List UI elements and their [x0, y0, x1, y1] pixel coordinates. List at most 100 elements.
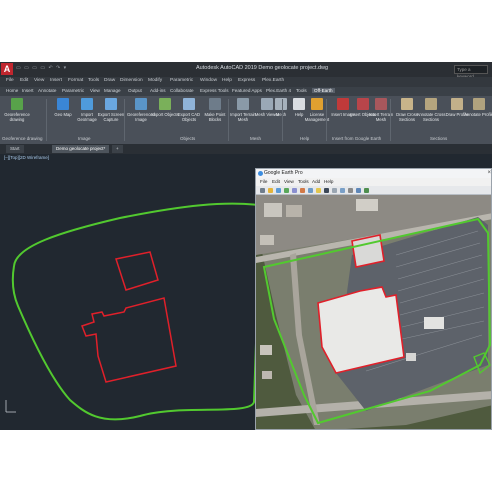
overlay-icon[interactable]: [292, 188, 297, 193]
georef-image-icon: [135, 98, 147, 110]
ge-menu-help[interactable]: Help: [324, 179, 333, 184]
ribbon-panel: Georeference drawing Geo Map Import GeoIm…: [0, 96, 492, 144]
house-roof: [286, 205, 302, 217]
google-earth-title-text: Google Earth Pro: [264, 170, 303, 176]
email-icon[interactable]: [340, 188, 345, 193]
quick-access-toolbar[interactable]: ▭ ▭ ▭ ▭ ↶ ↷ ▾: [16, 65, 67, 71]
ge-menu-add[interactable]: Add: [312, 179, 320, 184]
polygon-icon[interactable]: [276, 188, 281, 193]
menu-view[interactable]: View: [34, 78, 44, 83]
google-earth-menu: File Edit View Tools Add Help: [256, 178, 491, 186]
annotate-profile-icon: [473, 98, 485, 110]
insert-image-icon: [337, 98, 349, 110]
building-outline: [115, 251, 159, 291]
annotate-profile-button[interactable]: Annotate Profile: [464, 98, 492, 134]
tab-collaborate[interactable]: Collaborate: [170, 88, 194, 93]
menu-window[interactable]: Window: [200, 78, 217, 83]
tab-parametric[interactable]: Parametric: [62, 88, 84, 93]
insert-terrain-icon: [375, 98, 387, 110]
google-earth-window[interactable]: Google Earth Pro × File Edit View Tools …: [255, 168, 492, 430]
ge-menu-view[interactable]: View: [284, 179, 294, 184]
panel-label-help: Help: [300, 136, 310, 141]
ge-menu-edit[interactable]: Edit: [272, 179, 280, 184]
sidebar-toggle-icon[interactable]: [260, 188, 265, 193]
tab-tools[interactable]: Tools: [296, 88, 307, 93]
tab-off-earth[interactable]: Off-Earth: [312, 88, 335, 93]
menu-tools[interactable]: Tools: [88, 78, 99, 83]
placemark-icon[interactable]: [268, 188, 273, 193]
title-bar: A ▭ ▭ ▭ ▭ ↶ ↷ ▾ Autodesk AutoCAD 2019 De…: [0, 62, 492, 79]
house-roof: [356, 199, 378, 211]
autocad-logo-icon[interactable]: A: [1, 63, 13, 75]
tab-featured-apps[interactable]: Featured Apps: [232, 88, 262, 93]
menu-draw[interactable]: Draw: [104, 78, 115, 83]
tab-insert[interactable]: Insert: [22, 88, 34, 93]
menu-parametric[interactable]: Parametric: [170, 78, 193, 83]
tab-annotate[interactable]: Annotate: [38, 88, 56, 93]
annotate-cross-sections-button[interactable]: Annotate Cross Sections: [417, 98, 445, 134]
ruler-icon[interactable]: [332, 188, 337, 193]
path-icon[interactable]: [284, 188, 289, 193]
license-icon: [311, 98, 323, 110]
tab-output[interactable]: Output: [128, 88, 142, 93]
search-input[interactable]: Type a keyword: [454, 65, 488, 79]
ribbon-tabs: Home Insert Annotate Parametric View Man…: [0, 87, 492, 96]
panel-divider: [390, 99, 391, 141]
menu-plex-earth[interactable]: Plex.Earth: [262, 78, 284, 83]
ribbon-button-label: Make Point Blocks: [204, 112, 226, 122]
menu-format[interactable]: Format: [68, 78, 83, 83]
globe-icon: [11, 98, 23, 110]
tab-manage[interactable]: Manage: [104, 88, 121, 93]
ribbon-button-label: Annotate Profile: [464, 112, 492, 117]
menu-insert[interactable]: Insert: [50, 78, 62, 83]
georeference-drawing-button[interactable]: Georeference drawing: [4, 98, 30, 134]
print-icon[interactable]: [348, 188, 353, 193]
new-tab-button[interactable]: +: [112, 145, 123, 153]
terrain-mesh-icon: [237, 98, 249, 110]
annotate-sections-icon: [425, 98, 437, 110]
tab-view[interactable]: View: [90, 88, 100, 93]
satellite-map[interactable]: [256, 195, 492, 430]
menu-file[interactable]: File: [6, 78, 14, 83]
google-earth-icon: [258, 171, 263, 176]
panel-label-insert-from-google-earth: Insert from Google Earth: [332, 136, 382, 141]
tab-add-ins[interactable]: Add-ins: [150, 88, 166, 93]
close-icon[interactable]: ×: [487, 169, 491, 178]
ge-menu-tools[interactable]: Tools: [298, 179, 309, 184]
menu-dimension[interactable]: Dimension: [120, 78, 143, 83]
export-screen-capture-button[interactable]: Export Screen Capture: [98, 98, 124, 134]
menu-modify[interactable]: Modify: [148, 78, 162, 83]
history-icon[interactable]: [308, 188, 313, 193]
maps-icon[interactable]: [364, 188, 369, 193]
tab-express-tools[interactable]: Express Tools: [200, 88, 229, 93]
export-cad-icon: [183, 98, 195, 110]
geo-map-icon: [57, 98, 69, 110]
tab-home[interactable]: Home: [6, 88, 18, 93]
menu-edit[interactable]: Edit: [20, 78, 28, 83]
export-cad-objects-button[interactable]: Export CAD Objects: [176, 98, 202, 134]
tab-plex-earth[interactable]: Plex.Earth 4: [266, 88, 291, 93]
save-image-icon[interactable]: [356, 188, 361, 193]
house-roof: [260, 345, 272, 355]
make-point-blocks-button[interactable]: Make Point Blocks: [202, 98, 228, 134]
viewport-controls[interactable]: [–][Top][2D Wireframe]: [4, 155, 49, 160]
google-earth-title: Google Earth Pro ×: [256, 169, 491, 178]
doc-tab-start[interactable]: Start: [6, 145, 24, 153]
building-outline: [351, 234, 385, 268]
screen-capture-icon: [105, 98, 117, 110]
panel-label-mesh: Mesh: [250, 136, 262, 141]
doc-tab-demo-project[interactable]: Demo geolocate project*: [52, 145, 110, 153]
panel-label-geoference: Geoference drawing: [2, 136, 43, 141]
autocad-window: A ▭ ▭ ▭ ▭ ↶ ↷ ▾ Autodesk AutoCAD 2019 De…: [0, 62, 492, 430]
small-building: [406, 353, 416, 361]
panel-label-sections: Sections: [430, 136, 448, 141]
ge-menu-file[interactable]: File: [260, 179, 267, 184]
menu-help[interactable]: Help: [222, 78, 232, 83]
site-boundary: [11, 202, 268, 421]
sun-icon[interactable]: [316, 188, 321, 193]
planets-icon[interactable]: [324, 188, 329, 193]
tour-icon[interactable]: [300, 188, 305, 193]
menu-express[interactable]: Express: [238, 78, 255, 83]
small-building: [424, 317, 444, 329]
point-blocks-icon: [209, 98, 221, 110]
